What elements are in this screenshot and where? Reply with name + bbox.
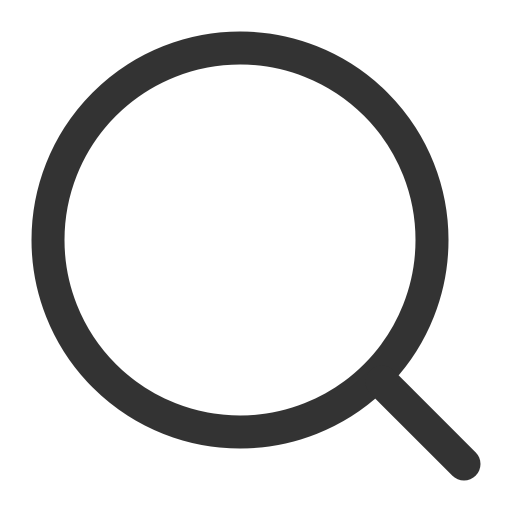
search-icon — [31, 31, 481, 481]
search-icon-handle — [365, 365, 481, 481]
icon-canvas — [0, 0, 512, 512]
